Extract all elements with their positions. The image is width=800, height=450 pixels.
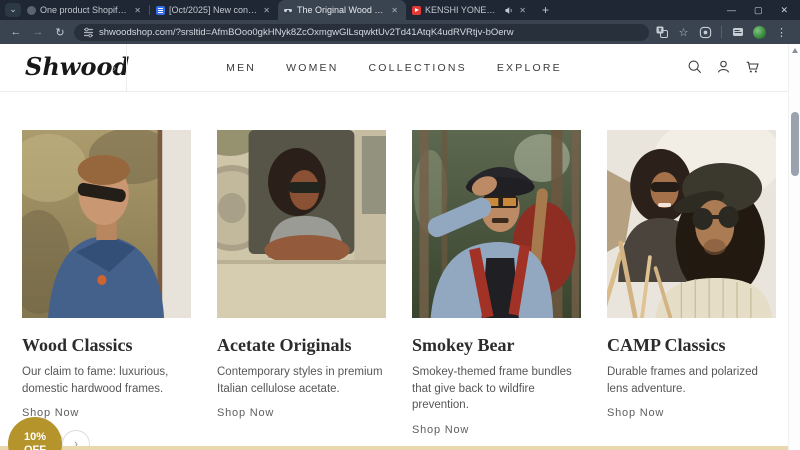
card-acetate-originals: Acetate Originals Contemporary styles in… bbox=[217, 130, 386, 436]
tab-title: The Original Wood Sunglasses | bbox=[297, 5, 386, 15]
card-title: CAMP Classics bbox=[607, 335, 726, 355]
shop-now-link[interactable]: Shop Now bbox=[22, 407, 191, 419]
extensions-icon[interactable] bbox=[699, 26, 712, 39]
tab-title: One product Shopify store guid bbox=[40, 5, 128, 15]
audio-speaker-icon[interactable] bbox=[504, 6, 513, 15]
tab-strip: ⌄ One product Shopify store guid ✕ [Oct/… bbox=[0, 0, 800, 20]
tab-new-content[interactable]: [Oct/2025] New content - Ha M ✕ bbox=[150, 0, 278, 20]
shop-now-link[interactable]: Shop Now bbox=[217, 407, 386, 419]
site-nav: MEN WOMEN COLLECTIONS EXPLORE bbox=[0, 44, 788, 92]
badge-percent: 10% bbox=[23, 430, 47, 443]
url-text: shwoodshop.com/?srsltid=AfmBOoo0gkHNyk8Z… bbox=[99, 26, 514, 38]
tab-shopify-guide[interactable]: One product Shopify store guid ✕ bbox=[21, 0, 149, 20]
maximize-button[interactable]: ▢ bbox=[754, 5, 763, 16]
photo-woman-van-window[interactable] bbox=[217, 130, 386, 318]
toolbar-right: ☆ ⋮ bbox=[655, 25, 792, 39]
card-title: Acetate Originals bbox=[217, 335, 352, 355]
card-description: Contemporary styles in premium Italian c… bbox=[217, 366, 383, 395]
site-info-icon[interactable] bbox=[83, 27, 94, 38]
card-wood-classics: Wood Classics Our claim to fame: luxurio… bbox=[22, 130, 191, 436]
close-icon[interactable]: ✕ bbox=[132, 6, 143, 15]
document-favicon bbox=[156, 5, 165, 15]
window-close-button[interactable]: ✕ bbox=[780, 5, 788, 16]
shop-now-link[interactable]: Shop Now bbox=[607, 407, 776, 419]
close-icon[interactable]: ✕ bbox=[389, 6, 400, 15]
photo-acetate-originals bbox=[217, 130, 386, 318]
badge-off: OFF bbox=[24, 444, 46, 450]
bookmark-star-icon[interactable]: ☆ bbox=[677, 26, 690, 39]
sunglasses-favicon bbox=[284, 6, 293, 15]
forward-button[interactable]: → bbox=[30, 26, 46, 38]
tab-title: KENSHI YONEZU, HIKARU U bbox=[425, 5, 501, 15]
nav-collections[interactable]: COLLECTIONS bbox=[369, 62, 467, 74]
profile-avatar[interactable] bbox=[753, 25, 766, 39]
photo-camp-classics bbox=[607, 130, 776, 318]
translate-icon[interactable] bbox=[655, 26, 668, 39]
browser-toolbar: ← → ↻ shwoodshop.com/?srsltid=AfmBOoo0gk… bbox=[0, 20, 800, 44]
card-description: Durable frames and polarized lens advent… bbox=[607, 366, 758, 395]
tab-youtube[interactable]: KENSHI YONEZU, HIKARU U ✕ bbox=[406, 0, 534, 20]
collection-cards: Wood Classics Our claim to fame: luxurio… bbox=[22, 130, 776, 436]
tab-shwood-active[interactable]: The Original Wood Sunglasses | ✕ bbox=[278, 0, 406, 20]
card-description: Smokey-themed frame bundles that give ba… bbox=[412, 366, 572, 412]
card-title: Wood Classics bbox=[22, 335, 133, 355]
photo-wood-classics bbox=[22, 130, 191, 318]
reload-button[interactable]: ↻ bbox=[52, 26, 68, 39]
shwood-page: Shwood › MEN WOMEN COLLECTIONS EXPLORE W… bbox=[0, 44, 800, 450]
tab-search-button[interactable]: ⌄ bbox=[5, 3, 21, 17]
account-icon[interactable] bbox=[716, 59, 731, 74]
photo-smokey-bear bbox=[412, 130, 581, 318]
photo-hiker-forest[interactable] bbox=[412, 130, 581, 318]
nav-women[interactable]: WOMEN bbox=[286, 62, 338, 74]
toolbar-divider bbox=[721, 26, 722, 38]
photo-couple-outdoors[interactable] bbox=[607, 130, 776, 318]
card-title: Smokey Bear bbox=[412, 335, 515, 355]
close-icon[interactable]: ✕ bbox=[261, 6, 272, 15]
scrollbar-thumb[interactable] bbox=[790, 112, 799, 176]
tab-title: [Oct/2025] New content - Ha M bbox=[169, 5, 257, 15]
site-header: Shwood › MEN WOMEN COLLECTIONS EXPLORE bbox=[0, 44, 788, 92]
extension-pin-icon[interactable] bbox=[731, 26, 744, 39]
globe-favicon bbox=[27, 5, 36, 15]
address-bar[interactable]: shwoodshop.com/?srsltid=AfmBOoo0gkHNyk8Z… bbox=[74, 23, 649, 41]
shop-now-link[interactable]: Shop Now bbox=[412, 424, 581, 436]
browser-window: ⌄ One product Shopify store guid ✕ [Oct/… bbox=[0, 0, 800, 450]
card-smokey-bear: Smokey Bear Smokey-themed frame bundles … bbox=[412, 130, 581, 436]
new-tab-button[interactable]: + bbox=[534, 3, 557, 17]
nav-men[interactable]: MEN bbox=[226, 62, 256, 74]
page-scrollbar[interactable] bbox=[788, 44, 800, 450]
back-button[interactable]: ← bbox=[8, 26, 24, 38]
next-section-edge bbox=[0, 446, 788, 450]
window-controls: — ▢ ✕ bbox=[727, 5, 800, 16]
menu-kebab-icon[interactable]: ⋮ bbox=[775, 26, 788, 39]
chevron-down-icon: ⌄ bbox=[9, 4, 17, 14]
card-camp-classics: CAMP Classics Durable frames and polariz… bbox=[607, 130, 776, 436]
scroll-up-arrow-icon[interactable] bbox=[792, 48, 798, 53]
search-icon[interactable] bbox=[687, 59, 702, 74]
close-icon[interactable]: ✕ bbox=[517, 6, 528, 15]
card-description: Our claim to fame: luxurious, domestic h… bbox=[22, 366, 169, 395]
minimize-button[interactable]: — bbox=[727, 5, 736, 15]
youtube-favicon bbox=[412, 5, 421, 15]
header-icons bbox=[687, 59, 760, 74]
photo-man-denim-jacket[interactable] bbox=[22, 130, 191, 318]
cart-icon[interactable] bbox=[745, 59, 760, 74]
nav-explore[interactable]: EXPLORE bbox=[497, 62, 562, 74]
